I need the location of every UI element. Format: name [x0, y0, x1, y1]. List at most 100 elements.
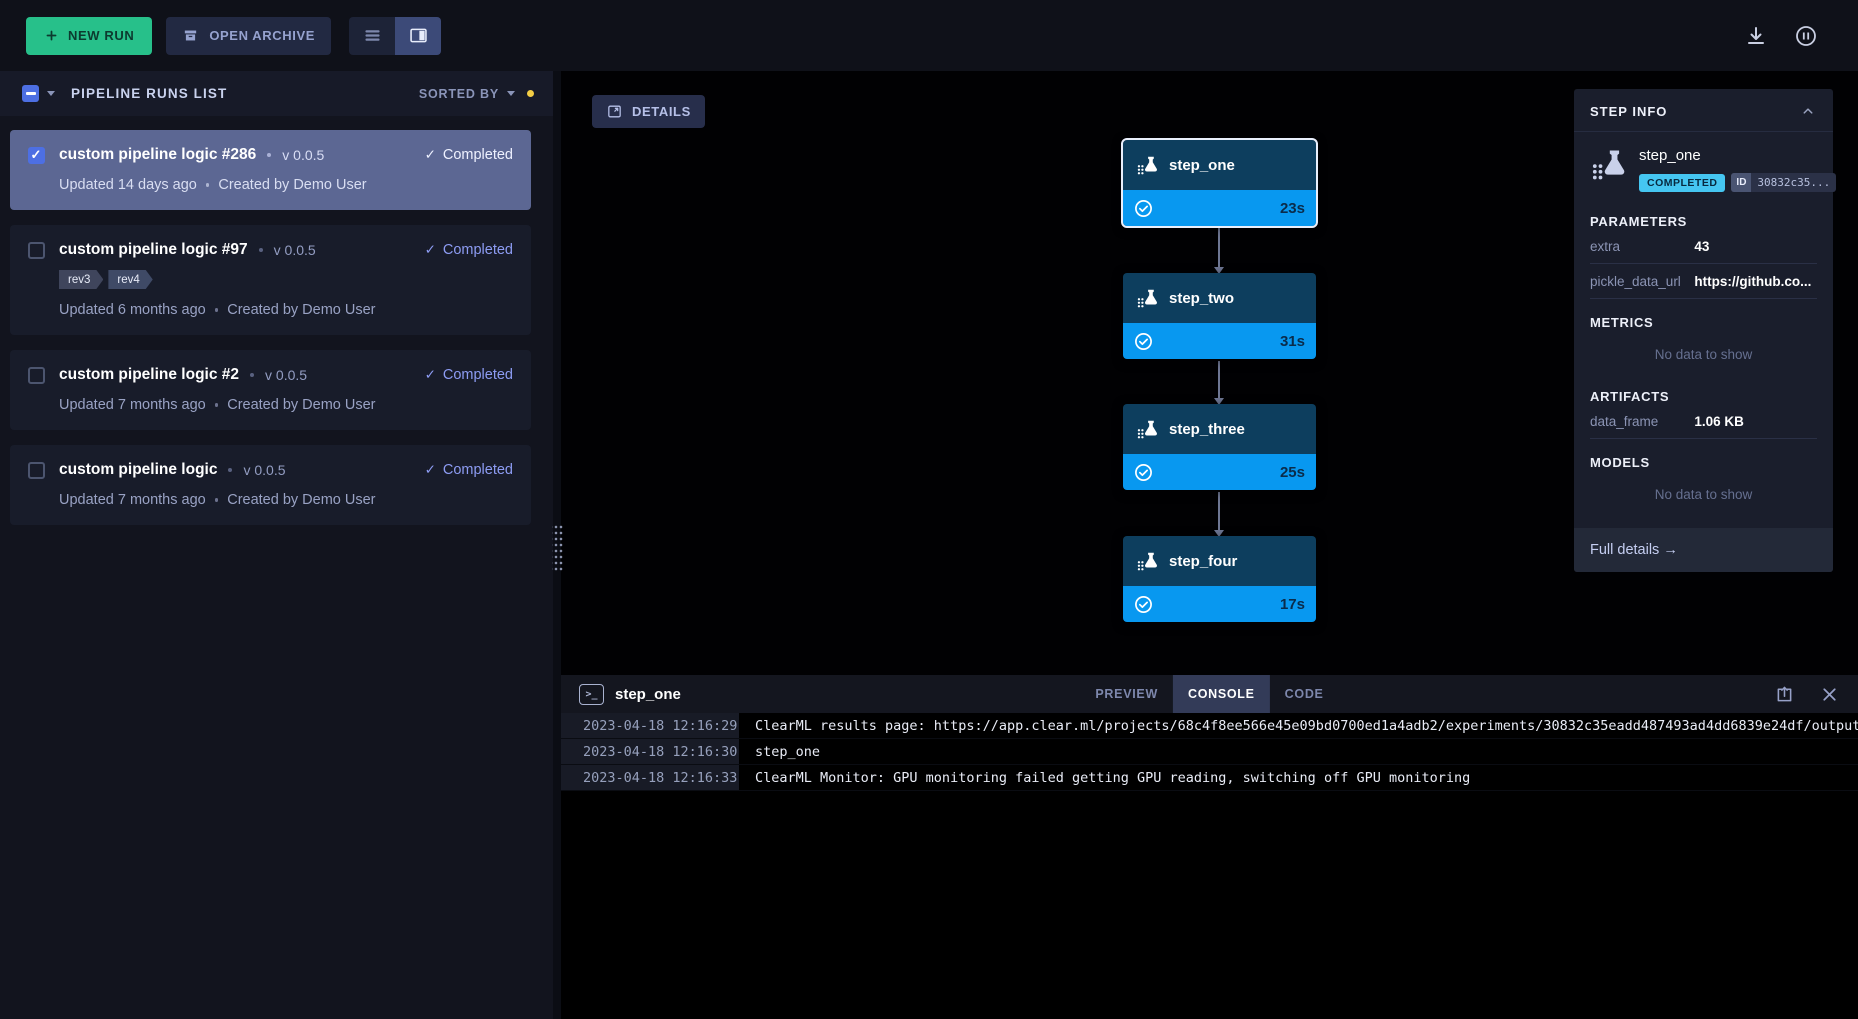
dag-node-step-three[interactable]: step_three 25s	[1123, 404, 1316, 490]
log-timestamp: 2023-04-18 12:16:33	[561, 765, 739, 790]
tab-code[interactable]: CODE	[1270, 675, 1339, 713]
parameter-row: pickle_data_url https://github.co...	[1590, 264, 1817, 299]
check-icon	[425, 147, 436, 163]
node-header: step_one	[1123, 140, 1316, 190]
run-created: Created by Demo User	[227, 397, 375, 413]
step-info-title: STEP INFO	[1590, 104, 1667, 119]
run-updated: Updated 7 months ago	[59, 492, 206, 508]
node-header: step_three	[1123, 404, 1316, 454]
console-panel: step_one PREVIEW CONSOLE CODE 2023-04-18…	[561, 675, 1858, 1019]
full-details-link[interactable]: Full details →	[1574, 528, 1833, 572]
models-section-title: MODELS	[1590, 455, 1817, 470]
metrics-empty-state: No data to show	[1590, 330, 1817, 373]
sorted-by-label: SORTED BY	[419, 87, 499, 101]
run-tags: rev3 rev4	[59, 270, 513, 289]
select-all-checkbox[interactable]	[22, 85, 39, 102]
node-duration: 31s	[1280, 333, 1305, 350]
run-created: Created by Demo User	[227, 302, 375, 318]
run-card[interactable]: custom pipeline logic v 0.0.5 Completed …	[10, 445, 531, 525]
log-message: step_one	[739, 739, 820, 764]
run-title: custom pipeline logic #286	[59, 146, 256, 164]
check-circle-icon	[1134, 595, 1153, 614]
log-row: 2023-04-18 12:16:29 ClearML results page…	[561, 713, 1858, 739]
run-checkbox[interactable]	[28, 242, 45, 259]
node-status-bar: 25s	[1123, 454, 1316, 490]
separator-dot	[215, 403, 219, 407]
log-row: 2023-04-18 12:16:33 ClearML Monitor: GPU…	[561, 765, 1858, 791]
step-icon	[1590, 146, 1626, 182]
details-button[interactable]: DETAILS	[592, 95, 705, 128]
open-archive-button[interactable]: OPEN ARCHIVE	[166, 17, 331, 55]
dag-node-step-one[interactable]: step_one 23s	[1123, 140, 1316, 226]
sorted-by-control[interactable]: SORTED BY	[419, 87, 515, 101]
separator-dot	[206, 183, 210, 187]
tab-console[interactable]: CONSOLE	[1173, 675, 1270, 713]
artifact-row: data_frame 1.06 KB	[1590, 404, 1817, 439]
run-version: v 0.0.5	[243, 462, 285, 478]
view-toggle-group	[349, 17, 441, 55]
node-duration: 17s	[1280, 596, 1305, 613]
plus-icon	[44, 28, 59, 43]
dag-node-step-four[interactable]: step_four 17s	[1123, 536, 1316, 622]
dag-node-step-two[interactable]: step_two 31s	[1123, 273, 1316, 359]
artifact-label: data_frame	[1590, 414, 1694, 429]
run-version: v 0.0.5	[265, 367, 307, 383]
node-name: step_one	[1169, 157, 1235, 174]
run-title: custom pipeline logic #2	[59, 366, 239, 384]
console-tabs: PREVIEW CONSOLE CODE	[1080, 675, 1338, 713]
node-status-bar: 31s	[1123, 323, 1316, 359]
archive-icon	[182, 27, 199, 44]
run-card[interactable]: custom pipeline logic #2 v 0.0.5 Complet…	[10, 350, 531, 430]
log-timestamp: 2023-04-18 12:16:30	[561, 739, 739, 764]
log-row: 2023-04-18 12:16:30 step_one	[561, 739, 1858, 765]
step-icon	[1136, 418, 1158, 440]
metrics-section-title: METRICS	[1590, 315, 1817, 330]
run-card[interactable]: custom pipeline logic #97 v 0.0.5 Comple…	[10, 225, 531, 335]
close-icon[interactable]	[1819, 684, 1840, 705]
check-icon	[425, 367, 436, 383]
console-step-title: step_one	[615, 686, 681, 703]
run-checkbox[interactable]	[28, 462, 45, 479]
node-duration: 25s	[1280, 464, 1305, 481]
dag-edge	[1218, 361, 1220, 399]
tab-preview[interactable]: PREVIEW	[1080, 675, 1173, 713]
step-info-panel: STEP INFO step_one COMPLETED ID 30832c35…	[1574, 89, 1833, 572]
parameter-value: 43	[1694, 239, 1817, 254]
list-view-toggle[interactable]	[349, 17, 395, 55]
pause-circle-icon[interactable]	[1794, 24, 1818, 48]
check-circle-icon	[1134, 199, 1153, 218]
log-timestamp: 2023-04-18 12:16:29	[561, 713, 739, 738]
id-badge: ID 30832c35...	[1731, 173, 1836, 192]
new-run-button[interactable]: NEW RUN	[26, 17, 152, 55]
split-view-toggle[interactable]	[395, 17, 441, 55]
runs-list: custom pipeline logic #286 v 0.0.5 Compl…	[0, 116, 553, 525]
run-card[interactable]: custom pipeline logic #286 v 0.0.5 Compl…	[10, 130, 531, 210]
clearml-pipelines-app: NEW RUN OPEN ARCHIVE	[0, 0, 1858, 1019]
run-updated: Updated 6 months ago	[59, 302, 206, 318]
models-empty-state: No data to show	[1590, 470, 1817, 513]
id-badge-label: ID	[1731, 173, 1751, 192]
run-checkbox[interactable]	[28, 147, 45, 164]
run-status-badge: Completed	[425, 462, 513, 478]
top-toolbar: NEW RUN OPEN ARCHIVE	[0, 0, 1858, 71]
node-header: step_two	[1123, 273, 1316, 323]
node-name: step_four	[1169, 553, 1237, 570]
run-updated: Updated 7 months ago	[59, 397, 206, 413]
step-icon	[1136, 154, 1158, 176]
separator-dot	[259, 248, 263, 252]
run-checkbox[interactable]	[28, 367, 45, 384]
download-icon[interactable]	[1744, 24, 1768, 48]
run-status-badge: Completed	[425, 242, 513, 258]
resize-grip-handle[interactable]	[552, 523, 563, 571]
status-badge: COMPLETED	[1639, 174, 1725, 192]
separator-dot	[250, 373, 254, 377]
export-icon[interactable]	[1774, 684, 1795, 705]
chevron-up-icon[interactable]	[1799, 102, 1817, 120]
log-message: ClearML Monitor: GPU monitoring failed g…	[739, 765, 1470, 790]
run-status-badge: Completed	[425, 147, 513, 163]
dag-edge	[1218, 228, 1220, 268]
split-view-icon	[408, 25, 429, 46]
parameter-label: extra	[1590, 239, 1694, 254]
select-all-caret-icon[interactable]	[47, 91, 55, 96]
run-meta: Updated 7 months ago Created by Demo Use…	[59, 492, 513, 508]
